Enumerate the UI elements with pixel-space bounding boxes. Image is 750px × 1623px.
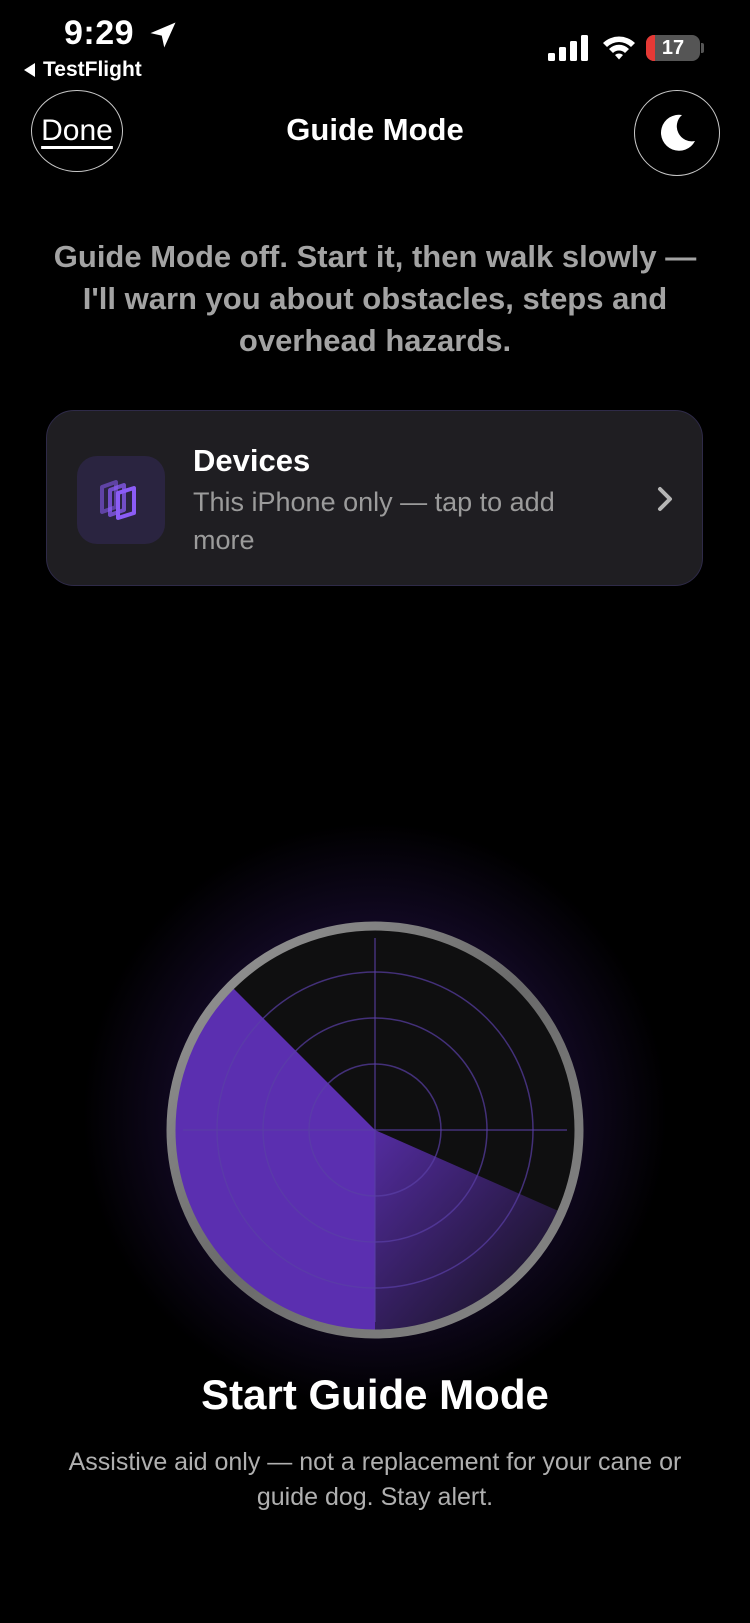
start-guide-mode-label[interactable]: Start Guide Mode bbox=[0, 1371, 750, 1419]
wifi-icon bbox=[603, 36, 635, 60]
battery-icon: 17 bbox=[646, 35, 700, 61]
battery-nub bbox=[701, 43, 704, 53]
devices-card[interactable]: Devices This iPhone only — tap to add mo… bbox=[46, 410, 703, 586]
chevron-right-icon bbox=[658, 487, 672, 511]
devices-subtitle: This iPhone only — tap to add more bbox=[193, 487, 555, 555]
moon-icon bbox=[661, 114, 695, 151]
guide-status-message: Guide Mode off. Start it, then walk slow… bbox=[53, 239, 697, 358]
cellular-signal-icon bbox=[548, 35, 588, 61]
devices-stack-icon bbox=[100, 480, 136, 520]
devices-title: Devices bbox=[193, 443, 311, 478]
back-triangle-icon bbox=[24, 63, 35, 77]
safety-disclaimer: Assistive aid only — not a replacement f… bbox=[68, 1448, 682, 1511]
battery-level-label: 17 bbox=[661, 37, 685, 59]
location-arrow-icon bbox=[150, 22, 176, 48]
theme-toggle-button[interactable] bbox=[634, 90, 720, 176]
start-radar-button[interactable] bbox=[163, 918, 587, 1342]
status-time: 9:29 bbox=[64, 14, 135, 52]
devices-icon-tile bbox=[77, 456, 165, 544]
back-to-app-link[interactable]: TestFlight bbox=[24, 58, 142, 82]
back-app-label: TestFlight bbox=[43, 58, 142, 81]
